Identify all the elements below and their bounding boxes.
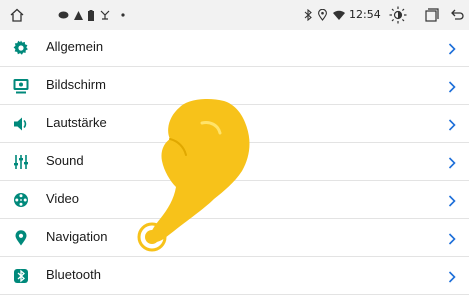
gear-icon [13,40,29,56]
settings-item-navigation[interactable]: Navigation [0,219,469,257]
speaker-icon [13,116,29,132]
settings-item-bluetooth[interactable]: Bluetooth [0,257,469,295]
chevron-right-icon [448,232,456,245]
chevron-right-icon [448,118,456,131]
warning-icon [73,0,83,30]
settings-item-lautstaerke[interactable]: Lautstärke [0,105,469,143]
battery-icon [87,0,95,30]
settings-item-allgemein[interactable]: Allgemein [0,29,469,67]
settings-item-sound[interactable]: Sound [0,143,469,181]
notification-icon [57,0,69,30]
chevron-right-icon [448,270,456,283]
equalizer-icon [13,154,29,170]
map-pin-icon [13,230,29,246]
status-bar: 12:54 [0,0,469,30]
settings-item-label: Allgemein [46,39,104,54]
settings-item-label: Bluetooth [46,267,101,282]
brightness-icon[interactable] [389,0,407,30]
clock: 12:54 [349,8,381,21]
settings-item-label: Navigation [46,229,108,244]
settings-item-bildschirm[interactable]: Bildschirm [0,67,469,105]
wifi-icon [332,0,345,30]
settings-item-label: Lautstärke [46,115,107,130]
bluetooth-icon [13,268,29,284]
recent-apps-icon[interactable] [424,0,440,30]
chevron-right-icon [448,42,456,55]
chevron-right-icon [448,156,456,169]
settings-item-label: Bildschirm [46,77,106,92]
home-icon[interactable] [8,0,26,30]
chevron-right-icon [448,194,456,207]
display-icon [13,78,29,94]
settings-item-label: Sound [46,153,84,168]
film-reel-icon [13,192,29,208]
settings-item-label: Video [46,191,80,206]
dot-icon [120,0,126,30]
settings-item-video[interactable]: Video [0,181,469,219]
location-icon [317,0,327,30]
signal-icon [99,0,110,30]
back-icon[interactable] [450,0,464,30]
chevron-right-icon [448,80,456,93]
bluetooth-icon [303,0,313,30]
